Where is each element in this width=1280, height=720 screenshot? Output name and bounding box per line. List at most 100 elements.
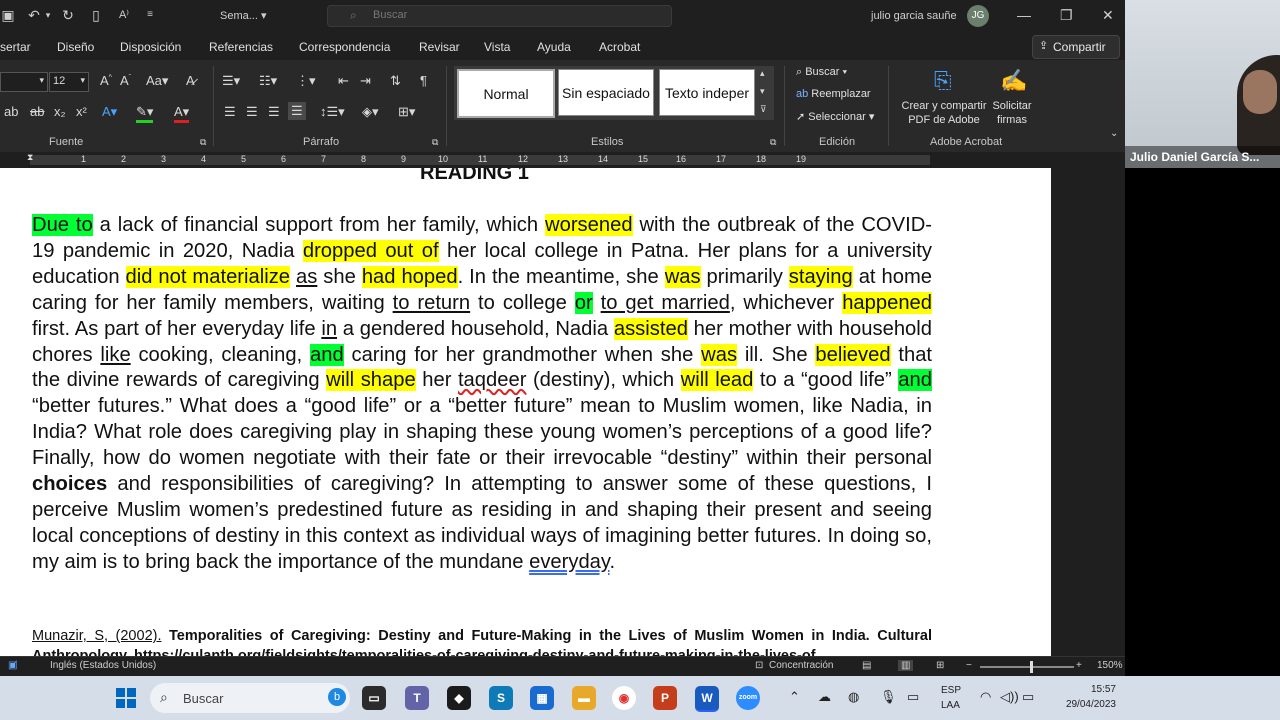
- highlight-icon[interactable]: ✎▾: [136, 104, 154, 123]
- avatar[interactable]: JG: [967, 5, 989, 27]
- zoom-app-icon[interactable]: zoom: [736, 686, 760, 710]
- print-layout-icon[interactable]: ▥: [898, 660, 914, 671]
- language-indicator[interactable]: ESP: [941, 685, 961, 696]
- font-family-field[interactable]: ▾: [0, 72, 48, 92]
- language-label[interactable]: Inglés (Estados Unidos): [50, 660, 156, 671]
- redo-icon[interactable]: ↻: [60, 7, 76, 23]
- customize-toolbar-icon[interactable]: ≡: [142, 7, 158, 23]
- task-view-icon[interactable]: ▭: [362, 686, 386, 710]
- tab-referencias[interactable]: Referencias: [209, 40, 273, 54]
- subscript-icon[interactable]: x₂: [54, 104, 66, 119]
- request-signatures-button[interactable]: Solicitar firmas: [988, 99, 1036, 127]
- word-icon[interactable]: W: [695, 686, 719, 712]
- zoom-in-icon[interactable]: +: [1076, 660, 1082, 671]
- bullets-icon[interactable]: ☰▾: [222, 73, 240, 89]
- superscript-icon[interactable]: x²: [76, 104, 87, 119]
- tab-vista[interactable]: Vista: [484, 40, 510, 54]
- restore-icon[interactable]: ❐: [1060, 7, 1073, 24]
- keyboard-layout-indicator[interactable]: LAA: [941, 700, 960, 711]
- text-effects-icon[interactable]: A▾: [102, 104, 117, 120]
- dialog-launcher-icon[interactable]: ⧉: [200, 137, 206, 148]
- focus-label[interactable]: Concentración: [769, 660, 833, 671]
- dialog-launcher-icon[interactable]: ⧉: [770, 137, 776, 148]
- dropbox-icon[interactable]: ◆: [447, 686, 471, 710]
- battery-icon[interactable]: ▭: [1022, 689, 1034, 705]
- change-case-icon[interactable]: Aa▾: [146, 73, 168, 89]
- style-normal[interactable]: Normal: [457, 69, 555, 118]
- more-styles-icon[interactable]: ⊽: [760, 104, 767, 115]
- document-paragraph[interactable]: Due to a lack of financial support from …: [32, 213, 932, 576]
- user-name[interactable]: julio garcia sauñe: [871, 10, 957, 22]
- zoom-slider-thumb[interactable]: [1030, 661, 1033, 673]
- store-icon[interactable]: ▦: [530, 686, 554, 710]
- grow-font-icon[interactable]: A^: [100, 73, 112, 88]
- cloud-icon[interactable]: ☁: [818, 689, 831, 705]
- select-button[interactable]: ➚ Seleccionar ▾: [796, 110, 874, 123]
- save-icon[interactable]: ▣: [0, 7, 16, 23]
- show-hidden-icons-icon[interactable]: ⌃: [789, 689, 800, 705]
- web-layout-icon[interactable]: ⊞: [936, 660, 944, 671]
- create-pdf-button[interactable]: Crear y compartir PDF de Adobe: [898, 99, 990, 127]
- document-page[interactable]: READING 1 Due to a lack of financial sup…: [0, 168, 1051, 656]
- align-center-icon[interactable]: ☰: [246, 104, 258, 120]
- shrink-font-icon[interactable]: Aˇ: [120, 73, 131, 88]
- font-size-field[interactable]: 12 ▾: [49, 72, 89, 92]
- display-icon[interactable]: ▭: [907, 689, 919, 705]
- app-tray-icon[interactable]: ◍: [848, 689, 859, 705]
- collapse-ribbon-icon[interactable]: ⌄: [1110, 128, 1118, 139]
- tab-insertar[interactable]: sertar: [0, 40, 31, 54]
- document-name[interactable]: Sema... ▾: [220, 9, 266, 22]
- find-button[interactable]: ⌕ Buscar ▾: [796, 66, 847, 79]
- file-explorer-icon[interactable]: ▬: [572, 686, 596, 710]
- style-texto-independiente[interactable]: Texto indeper: [659, 69, 755, 116]
- teams-icon[interactable]: T: [405, 686, 429, 710]
- ruler[interactable]: ⧗ 1 2 3 4 5 6 7 8 9 10 11 12 13 14 15 16…: [0, 152, 1051, 168]
- tab-acrobat[interactable]: Acrobat: [599, 40, 640, 54]
- line-spacing-icon[interactable]: ↕☰▾: [320, 104, 345, 120]
- increase-indent-icon[interactable]: ⇥: [360, 73, 371, 89]
- tab-correspondencia[interactable]: Correspondencia: [299, 40, 390, 54]
- app-s-icon[interactable]: S: [489, 686, 513, 710]
- new-document-icon[interactable]: ▯: [88, 7, 104, 23]
- chrome-icon[interactable]: ◉: [612, 686, 636, 710]
- wifi-icon[interactable]: ◠: [980, 689, 991, 705]
- align-left-icon[interactable]: ☰: [224, 104, 236, 120]
- zoom-level[interactable]: 150%: [1097, 660, 1123, 671]
- strikethrough-icon[interactable]: ab: [4, 104, 18, 119]
- sort-icon[interactable]: ⇅: [390, 73, 401, 89]
- tab-diseno[interactable]: Diseño: [57, 40, 94, 54]
- close-icon[interactable]: ✕: [1102, 7, 1114, 24]
- justify-icon[interactable]: ☰: [288, 102, 306, 120]
- minimize-icon[interactable]: —: [1017, 7, 1031, 23]
- shading-icon[interactable]: ◈▾: [362, 104, 379, 120]
- indent-marker-icon[interactable]: ⧗: [27, 152, 33, 163]
- zoom-slider[interactable]: [980, 666, 1074, 668]
- numbering-icon[interactable]: ☷▾: [259, 73, 277, 89]
- volume-icon[interactable]: ◁)): [1000, 689, 1019, 705]
- align-right-icon[interactable]: ☰: [268, 104, 280, 120]
- powerpoint-icon[interactable]: P: [653, 686, 677, 710]
- share-button[interactable]: ⇪ Compartir: [1032, 35, 1120, 59]
- proofing-icon[interactable]: ▣̸: [8, 660, 17, 671]
- replace-button[interactable]: ab Reemplazar: [796, 88, 871, 100]
- read-mode-icon[interactable]: ▤: [862, 660, 871, 671]
- borders-icon[interactable]: ⊞▾: [398, 104, 415, 120]
- microphone-icon[interactable]: 🎙︎: [880, 689, 897, 705]
- windows-start-icon[interactable]: [116, 688, 136, 708]
- dialog-launcher-icon[interactable]: ⧉: [432, 137, 438, 148]
- tab-ayuda[interactable]: Ayuda: [537, 40, 571, 54]
- font-color-icon[interactable]: A▾: [174, 104, 190, 123]
- clock-date[interactable]: 29/04/2023: [1056, 699, 1116, 710]
- read-aloud-icon[interactable]: A⁾: [116, 7, 132, 23]
- zoom-out-icon[interactable]: −: [966, 660, 972, 671]
- multilevel-list-icon[interactable]: ⋮▾: [296, 73, 316, 89]
- show-marks-icon[interactable]: ¶: [420, 73, 427, 88]
- scroll-up-icon[interactable]: ▴: [760, 68, 765, 79]
- tab-disposicion[interactable]: Disposición: [120, 40, 181, 54]
- strikethrough-icon[interactable]: ab: [30, 104, 44, 119]
- taskbar-search[interactable]: ⌕ Buscar b: [150, 683, 350, 713]
- tab-revisar[interactable]: Revisar: [419, 40, 460, 54]
- focus-icon[interactable]: ⊡: [755, 660, 763, 671]
- undo-dropdown-icon[interactable]: ▾: [40, 7, 56, 23]
- search-box[interactable]: ⌕ Buscar: [327, 5, 672, 27]
